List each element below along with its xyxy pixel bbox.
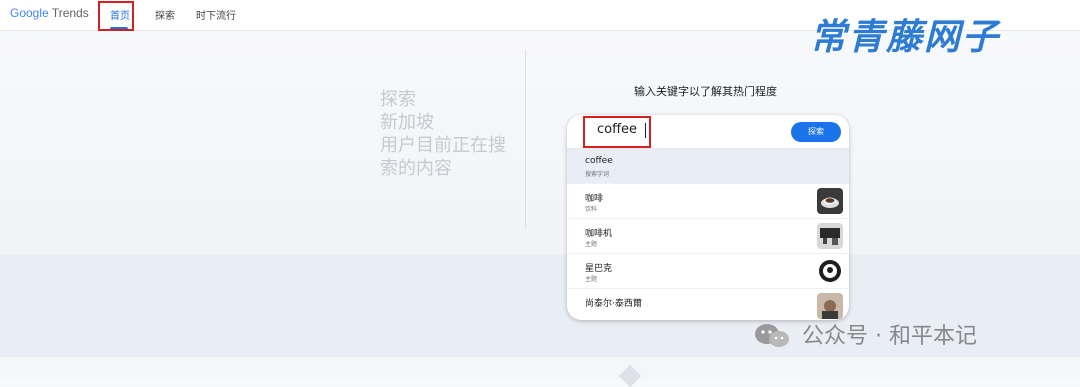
starbucks-logo-image [817, 258, 843, 284]
explore-button[interactable]: 探索 [791, 122, 841, 142]
suggestion-title: coffee [585, 156, 613, 166]
person-photo-image [817, 293, 843, 319]
input-highlight-box [583, 116, 651, 148]
explore-region-text: 探索 新加坡 用户目前正在搜 索的内容 [380, 88, 506, 180]
watermark-top: 常青藤网子 [810, 17, 1001, 58]
suggestion-title: 尚泰尔·泰西爾 [585, 299, 642, 309]
suggestion-subtitle: 搜索字词 [585, 171, 610, 178]
suggestion-item[interactable]: 咖啡机 主题 [567, 219, 849, 254]
coffee-cup-image [817, 188, 843, 214]
suggestion-item[interactable]: 尚泰尔·泰西爾 [567, 289, 849, 320]
suggestion-item[interactable]: 星巴克 主题 [567, 254, 849, 289]
hero-band [0, 30, 1080, 255]
suggestion-subtitle: 主题 [585, 276, 598, 283]
search-row: 探索 [567, 115, 849, 149]
tab-explore[interactable]: 探索 [155, 7, 175, 22]
ghost-line: 用户目前正在搜 [380, 135, 506, 156]
google-trends-logo[interactable]: Google Trends [10, 6, 89, 20]
google-wordmark: Google [10, 6, 49, 20]
suggestion-item[interactable]: coffee 搜索字词 [567, 149, 849, 184]
wechat-icon [753, 322, 791, 350]
tab-trending-now[interactable]: 时下流行 [196, 7, 236, 22]
suggestion-title: 咖啡 [585, 194, 604, 204]
trends-wordmark: Trends [51, 6, 89, 20]
home-highlight-box [98, 1, 134, 31]
suggestion-title: 咖啡机 [585, 229, 613, 239]
coffee-machine-image [817, 223, 843, 249]
suggestion-item[interactable]: 咖啡 饮料 [567, 184, 849, 219]
ghost-line: 新加坡 [380, 112, 434, 133]
bottom-band [0, 357, 1080, 380]
search-card: 探索 coffee 搜索字词 咖啡 饮料 咖啡机 主题 [567, 115, 849, 320]
suggestion-subtitle: 主题 [585, 241, 598, 248]
ghost-line: 探索 [380, 89, 416, 110]
suggestion-subtitle: 饮料 [585, 206, 598, 213]
suggestion-title: 星巴克 [585, 264, 613, 274]
ghost-line: 索的内容 [380, 158, 452, 179]
search-heading: 输入关键字以了解其热门程度 [634, 85, 777, 98]
vertical-divider [525, 50, 526, 228]
watermark-bottom: 公众号 · 和平本记 [802, 324, 977, 349]
